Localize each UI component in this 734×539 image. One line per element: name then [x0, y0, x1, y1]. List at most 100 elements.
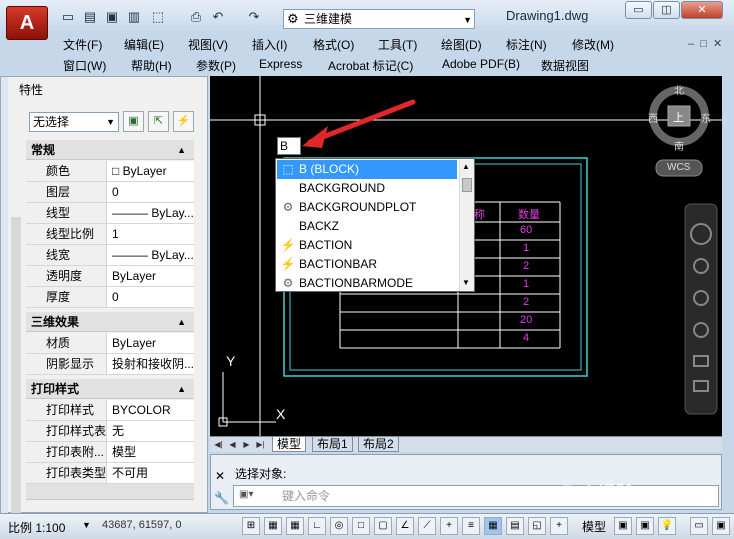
coordinates-readout[interactable]: 43687, 61597, 0 [102, 519, 182, 531]
scroll-down-icon[interactable]: ▼ [462, 278, 470, 287]
palette-title-strip[interactable] [1, 77, 8, 514]
menu-parameters[interactable]: 参数(P) [196, 57, 236, 74]
command-autocomplete-list[interactable]: ⬚ B (BLOCK) BACKGROUND ⚙ BACKGROUNDPLOT BA… [275, 158, 475, 292]
prop-row[interactable]: 厚度 0 [26, 287, 194, 308]
grid-icon[interactable]: ▦ [286, 517, 304, 535]
snap-mode-icon[interactable]: ▦ [264, 517, 282, 535]
prev-tab-icon[interactable]: ◀ [226, 438, 239, 451]
chevron-down-icon[interactable]: ▼ [82, 520, 91, 530]
undo-icon[interactable]: ↶ [210, 9, 226, 25]
annotation-scale[interactable]: 比例 1:100 [8, 519, 65, 536]
3d-osnap-icon[interactable]: ▢ [374, 517, 392, 535]
workspace-dropdown[interactable]: ⚙ 三维建模 ▼ [283, 9, 475, 29]
command-prompt-icon[interactable]: ▣▾ [239, 489, 253, 500]
list-item[interactable]: ⬚ B (BLOCK) [277, 160, 457, 179]
prop-row[interactable]: 打印样式表无 [26, 421, 194, 442]
list-item[interactable]: ⚙ BACTIONBARMODE [277, 274, 457, 291]
menu-tools[interactable]: 工具(T) [378, 36, 417, 53]
publish-icon[interactable]: ⬚ [150, 9, 166, 25]
last-tab-icon[interactable]: ▶| [254, 438, 267, 451]
prop-row[interactable]: 阴影显示 投射和接收阴... [26, 354, 194, 375]
section-general[interactable]: 常规 ▲ [26, 140, 194, 160]
viewcube-east[interactable]: 东 [701, 110, 711, 125]
tab-layout2[interactable]: 布局2 [358, 437, 399, 452]
polar-tracking-icon[interactable]: ◎ [330, 517, 348, 535]
section-more[interactable] [26, 484, 194, 500]
prop-row[interactable]: 打印表类型 不可用 [26, 463, 194, 484]
list-item[interactable]: ⚙ BACKGROUNDPLOT [277, 198, 457, 217]
prop-row[interactable]: 打印样式 BYCOLOR [26, 400, 194, 421]
menu-modify[interactable]: 修改(M) [572, 36, 614, 53]
menu-edit[interactable]: 编辑(E) [124, 36, 164, 53]
section-plot-style[interactable]: 打印样式 ▲ [26, 379, 194, 399]
toggle-pickadd-icon[interactable]: ▣ [123, 111, 144, 132]
prop-row[interactable]: 透明度 ByLayer [26, 266, 194, 287]
otrack-icon[interactable]: ∠ [396, 517, 414, 535]
menu-help[interactable]: 帮助(H) [131, 57, 172, 74]
prop-row[interactable]: 线宽 ——— ByLay... [26, 245, 194, 266]
list-item[interactable]: ⚡ BACTIONBAR [277, 255, 457, 274]
dynamic-input[interactable]: B [277, 137, 301, 155]
command-input[interactable]: 键入命令 [233, 485, 719, 507]
lineweight-icon[interactable]: ≡ [462, 517, 480, 535]
viewcube-south[interactable]: 南 [674, 138, 684, 153]
section-3d-effects[interactable]: 三维效果 ▲ [26, 312, 194, 332]
select-objects-icon[interactable]: ⇱ [148, 111, 169, 132]
menu-acrobat[interactable]: Acrobat 标记(C) [328, 57, 413, 74]
navigation-bar[interactable] [684, 203, 718, 415]
tab-layout1[interactable]: 布局1 [312, 437, 353, 452]
quick-select-icon[interactable]: ⚡ [173, 111, 194, 132]
quick-view-layouts-icon[interactable]: ▣ [614, 517, 632, 535]
menu-view[interactable]: 视图(V) [188, 36, 228, 53]
wcs-label[interactable]: WCS [667, 162, 690, 173]
save-as-icon[interactable]: ▥ [126, 9, 142, 25]
viewcube-top-label[interactable]: 上 [673, 109, 684, 125]
menu-express[interactable]: Express [259, 57, 302, 71]
quick-properties-icon[interactable]: ▤ [506, 517, 524, 535]
redo-icon[interactable]: ↷ [246, 9, 262, 25]
transparency-icon[interactable]: ▦ [484, 517, 502, 535]
close-button[interactable]: ✕ [681, 1, 723, 19]
dyn-input-icon[interactable]: + [440, 517, 458, 535]
scroll-up-icon[interactable]: ▲ [462, 162, 470, 171]
open-file-icon[interactable]: ▤ [82, 9, 98, 25]
infer-constraints-icon[interactable]: ⊞ [242, 517, 260, 535]
ortho-icon[interactable]: ∟ [308, 517, 326, 535]
save-icon[interactable]: ▣ [104, 9, 120, 25]
list-item[interactable]: BACKZ [277, 217, 457, 236]
menu-data-view[interactable]: 数据视图 [541, 57, 589, 74]
menu-format[interactable]: 格式(O) [313, 36, 354, 53]
viewcube-west[interactable]: 西 [648, 110, 658, 125]
menu-draw[interactable]: 绘图(D) [441, 36, 482, 53]
selection-cycling-icon[interactable]: ◱ [528, 517, 546, 535]
print-icon[interactable]: ⎙ [188, 9, 204, 25]
restore-button[interactable]: ◫ [653, 1, 680, 19]
clean-screen-icon[interactable]: ▭ [690, 517, 708, 535]
menu-insert[interactable]: 插入(I) [252, 36, 287, 53]
lightbulb-icon[interactable]: 💡 [658, 517, 676, 535]
annotation-monitor-icon[interactable]: + [550, 517, 568, 535]
prop-row[interactable]: 图层 0 [26, 182, 194, 203]
menu-adobe-pdf[interactable]: Adobe PDF(B) [442, 57, 520, 71]
first-tab-icon[interactable]: ◀| [212, 438, 225, 451]
prop-row[interactable]: 线型 ——— ByLay... [26, 203, 194, 224]
selection-dropdown[interactable]: 无选择 ▼ [29, 112, 119, 132]
menu-dimension[interactable]: 标注(N) [506, 36, 547, 53]
close-icon[interactable]: ✕ [215, 469, 225, 483]
next-tab-icon[interactable]: ▶ [240, 438, 253, 451]
document-window-controls[interactable]: – □ ✕ [688, 37, 734, 51]
toolbar-lock-icon[interactable]: ▣ [712, 517, 730, 535]
scroll-thumb[interactable] [462, 178, 472, 192]
model-space-button[interactable]: 模型 [582, 518, 606, 535]
autocomplete-scrollbar[interactable]: ▲ ▼ [459, 160, 474, 291]
menu-file[interactable]: 文件(F) [63, 36, 102, 53]
prop-row[interactable]: 颜色 □ ByLayer [26, 161, 194, 182]
minimize-button[interactable]: ▭ [625, 1, 652, 19]
wrench-icon[interactable]: 🔧 [214, 491, 229, 505]
prop-row[interactable]: 打印表附... 模型 [26, 442, 194, 463]
ducs-icon[interactable]: ⟋ [418, 517, 436, 535]
list-item[interactable]: ⚡ BACTION [277, 236, 457, 255]
application-menu-button[interactable]: A [6, 6, 48, 40]
viewcube-north[interactable]: 北 [674, 82, 684, 97]
tab-model[interactable]: 模型 [272, 437, 307, 452]
